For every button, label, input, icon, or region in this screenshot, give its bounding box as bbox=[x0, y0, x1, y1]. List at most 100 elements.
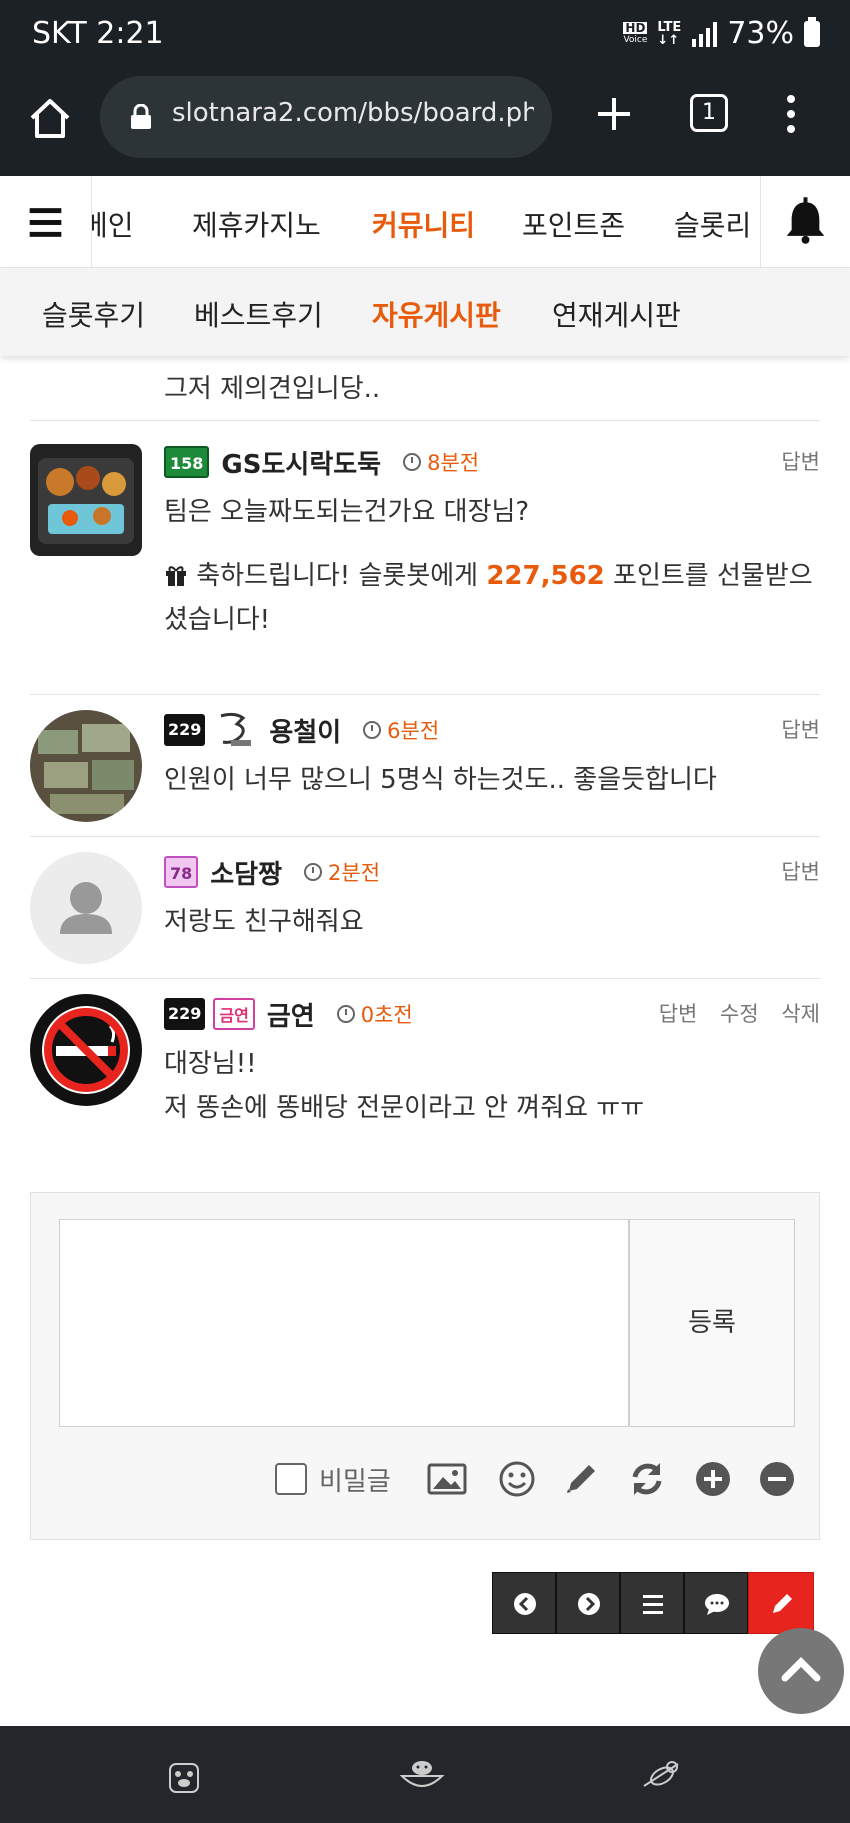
comment-list: 그저 제의견입니당.. 158 GS도시락도둑 8분전 답변 팀은 오늘짜도되는… bbox=[0, 356, 850, 1726]
comment-text: 팀은 오늘짜도되는건가요 대장님? bbox=[164, 497, 530, 527]
home-icon[interactable] bbox=[28, 96, 72, 140]
comment-header: 229 용철이 6분전 bbox=[164, 710, 439, 750]
hd-voice-icon: HD Voice bbox=[623, 20, 648, 45]
clock-icon bbox=[304, 863, 323, 881]
comment-time: 2분전 bbox=[328, 861, 381, 885]
lte-icon: LTE ↓↑ bbox=[657, 19, 682, 48]
submit-button[interactable]: 등록 bbox=[629, 1219, 795, 1427]
divider bbox=[30, 978, 820, 979]
comment-header: 158 GS도시락도둑 8분전 bbox=[164, 442, 479, 482]
flying-cat-icon[interactable] bbox=[638, 1752, 686, 1796]
nav-item-main[interactable]: 메인 bbox=[92, 204, 134, 244]
previous-comment-text: 그저 제의견입니당.. bbox=[164, 374, 381, 404]
paw-icon[interactable] bbox=[160, 1752, 208, 1796]
tab-switcher-button[interactable]: 1 bbox=[690, 94, 728, 132]
level-badge: 158 bbox=[164, 446, 210, 478]
level-badge: 229 bbox=[164, 714, 206, 746]
divider bbox=[30, 836, 820, 837]
divider bbox=[30, 420, 820, 421]
gift-icon bbox=[166, 566, 186, 586]
post-nav-buttons bbox=[492, 1572, 814, 1634]
signal-icon bbox=[692, 21, 718, 47]
avatar bbox=[30, 852, 142, 964]
user-emblem-icon bbox=[220, 712, 252, 746]
next-post-button[interactable] bbox=[556, 1572, 620, 1634]
comment-time: 8분전 bbox=[427, 451, 480, 475]
comment-text: 인원이 너무 많으니 5명식 하는것도.. 좋을듯합니다 bbox=[164, 765, 717, 795]
gift-prefix: 축하드립니다! 슬롯봇에게 bbox=[196, 561, 487, 591]
carrier-time: SKT 2:21 bbox=[32, 16, 164, 51]
bowl-icon[interactable] bbox=[398, 1752, 446, 1796]
avatar bbox=[30, 710, 142, 822]
secret-checkbox[interactable] bbox=[275, 1463, 307, 1495]
emoticon-icon[interactable] bbox=[497, 1459, 537, 1499]
bell-icon[interactable] bbox=[760, 176, 850, 268]
reply-toolbar: 비밀글 bbox=[31, 1457, 821, 1501]
new-tab-icon[interactable] bbox=[594, 94, 634, 134]
comment-actions: 답변 bbox=[765, 446, 820, 476]
reply-link[interactable]: 답변 bbox=[781, 718, 820, 742]
delete-link[interactable]: 삭제 bbox=[781, 1002, 820, 1026]
more-menu-icon[interactable] bbox=[786, 94, 796, 134]
level-badge: 78 bbox=[164, 856, 199, 888]
nav-item-point-zone[interactable]: 포인트존 bbox=[522, 204, 625, 244]
reply-link[interactable]: 답변 bbox=[781, 860, 820, 884]
prev-post-button[interactable] bbox=[492, 1572, 556, 1634]
bottom-bar bbox=[0, 1726, 850, 1823]
comment-header: 229 금연 금연 0초전 bbox=[164, 994, 413, 1034]
avatar bbox=[30, 444, 142, 556]
reply-form: 등록 비밀글 bbox=[30, 1192, 820, 1540]
comment-author[interactable]: 용철이 bbox=[269, 712, 341, 749]
sub-nav-free-board[interactable]: 자유게시판 bbox=[372, 294, 501, 334]
comment-text-line2: 저 똥손에 똥배당 전문이라고 안 껴줘요 ㅠㅠ bbox=[164, 1093, 645, 1123]
scroll-top-button[interactable] bbox=[758, 1628, 844, 1714]
nav-item-casino[interactable]: 제휴카지노 bbox=[192, 204, 321, 244]
comment-author[interactable]: 소담짱 bbox=[210, 854, 282, 891]
comment-actions: 답변 수정 삭제 bbox=[643, 998, 820, 1028]
comment-author[interactable]: 금연 bbox=[267, 996, 315, 1033]
list-button[interactable] bbox=[620, 1572, 684, 1634]
nav-item-slot[interactable]: 슬롯리 bbox=[674, 204, 751, 244]
reply-link[interactable]: 답변 bbox=[659, 1002, 698, 1026]
gift-points: 227,562 bbox=[486, 561, 605, 591]
lock-icon bbox=[131, 104, 151, 129]
status-icons: HD Voice LTE ↓↑ 73% bbox=[623, 16, 820, 51]
comment-time: 0초전 bbox=[360, 1003, 413, 1027]
edit-link[interactable]: 수정 bbox=[720, 1002, 759, 1026]
comment-time: 6분전 bbox=[387, 719, 440, 743]
image-icon[interactable] bbox=[427, 1459, 467, 1499]
sub-nav: 슬롯후기 베스트후기 자유게시판 연재게시판 bbox=[0, 268, 850, 356]
level-badge: 229 bbox=[164, 998, 206, 1030]
refresh-icon[interactable] bbox=[627, 1459, 667, 1499]
collapse-minus-icon[interactable] bbox=[757, 1459, 797, 1499]
battery-icon bbox=[804, 16, 820, 47]
comment-text-line1: 대장님!! bbox=[164, 1049, 257, 1079]
hamburger-menu-icon[interactable] bbox=[0, 176, 92, 268]
reply-link[interactable]: 답변 bbox=[781, 450, 820, 474]
status-bar: SKT 2:21 HD Voice LTE ↓↑ 73% bbox=[0, 0, 850, 72]
comment-author[interactable]: GS도시락도둑 bbox=[221, 444, 381, 481]
main-nav: 메인 제휴카지노 커뮤니티 포인트존 슬롯리 bbox=[0, 176, 850, 268]
gift-notice: 축하드립니다! 슬롯봇에게 227,562 포인트를 선물받으셨습니다! bbox=[164, 554, 824, 642]
pencil-icon[interactable] bbox=[561, 1459, 601, 1499]
expand-plus-icon[interactable] bbox=[693, 1459, 733, 1499]
clock-icon bbox=[403, 453, 422, 471]
avatar bbox=[30, 994, 142, 1106]
clock-icon bbox=[336, 1005, 355, 1023]
battery-percent: 73% bbox=[727, 16, 794, 51]
comment-actions: 답변 bbox=[765, 714, 820, 744]
reply-textarea[interactable] bbox=[59, 1219, 629, 1427]
comment-text: 저랑도 친구해줘요 bbox=[164, 907, 364, 937]
sub-nav-best-review[interactable]: 베스트후기 bbox=[194, 294, 323, 334]
url-text: slotnara2.com/bbs/board.php bbox=[172, 98, 534, 128]
write-button[interactable] bbox=[748, 1572, 814, 1634]
comment-button[interactable] bbox=[684, 1572, 748, 1634]
comment-actions: 답변 bbox=[765, 856, 820, 886]
divider bbox=[30, 694, 820, 695]
title-badge: 금연 bbox=[213, 998, 255, 1030]
nav-item-community[interactable]: 커뮤니티 bbox=[372, 204, 475, 244]
sub-nav-serial-board[interactable]: 연재게시판 bbox=[552, 294, 681, 334]
sub-nav-slot-review[interactable]: 슬롯후기 bbox=[42, 294, 145, 334]
comment-header: 78 소담짱 2분전 bbox=[164, 852, 380, 892]
url-bar[interactable]: slotnara2.com/bbs/board.php bbox=[100, 76, 552, 158]
